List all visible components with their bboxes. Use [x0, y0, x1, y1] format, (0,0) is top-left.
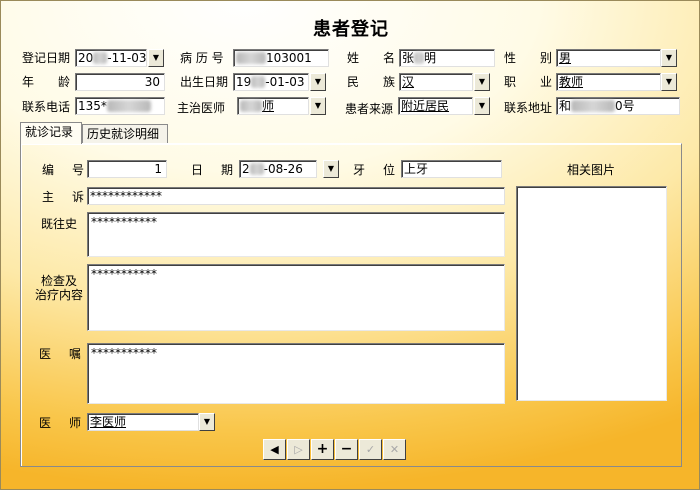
medical-history-label: 既往史 — [41, 217, 78, 231]
age-label: 年龄 — [22, 75, 70, 89]
visit-date-dropdown-button[interactable]: ▼ — [323, 160, 339, 178]
phone-field[interactable]: 135* — [75, 97, 165, 115]
advice-textarea[interactable]: *********** — [87, 343, 505, 404]
tooth-position-field[interactable]: 上牙 — [401, 160, 502, 178]
doctor-label: 主治医师 — [177, 101, 226, 115]
gender-dropdown-button[interactable]: ▼ — [661, 49, 677, 67]
address-field[interactable]: 和 0号 — [556, 97, 680, 115]
cancel-button[interactable]: ✕ — [383, 439, 406, 460]
record-no-label: 病 历 号 — [180, 51, 224, 65]
add-record-button[interactable]: + — [311, 439, 334, 460]
visit-doctor-dropdown-button[interactable]: ▼ — [199, 413, 215, 431]
visit-date-field[interactable]: 2 -08-26 — [239, 160, 317, 178]
exam-treatment-textarea[interactable]: *********** — [87, 264, 505, 331]
redacted-mask — [249, 163, 264, 175]
prev-record-button[interactable]: ◀ — [263, 439, 286, 460]
job-select[interactable]: 教师 — [556, 73, 661, 91]
reg-date-dropdown-button[interactable]: ▼ — [148, 49, 164, 67]
visit-no-field[interactable]: 1 — [87, 160, 167, 178]
advice-label: 医嘱 — [39, 347, 81, 361]
complaint-field[interactable]: ************ — [87, 187, 505, 205]
gender-label: 性别 — [504, 51, 552, 65]
visit-no-label: 编号 — [42, 163, 84, 177]
redacted-mask — [240, 100, 262, 112]
redacted-mask — [414, 52, 425, 64]
redacted-mask — [106, 100, 151, 112]
age-field[interactable]: 30 — [75, 73, 165, 91]
page-title: 患者登记 — [313, 19, 389, 40]
job-dropdown-button[interactable]: ▼ — [661, 73, 677, 91]
related-images-box[interactable] — [516, 186, 667, 401]
tab-visit-record[interactable]: 就诊记录 — [20, 122, 82, 144]
tooth-position-label: 牙位 — [353, 163, 395, 177]
related-images-label: 相关图片 — [567, 163, 616, 177]
next-record-button[interactable]: ▷ — [287, 439, 310, 460]
ethnic-label: 民族 — [347, 75, 395, 89]
address-label: 联系地址 — [504, 101, 553, 115]
name-field[interactable]: 张明 — [399, 49, 495, 67]
ethnic-select[interactable]: 汉 — [399, 73, 473, 91]
source-dropdown-button[interactable]: ▼ — [474, 97, 490, 115]
visit-doctor-label: 医师 — [39, 416, 81, 430]
confirm-button[interactable]: ✓ — [359, 439, 382, 460]
birth-date-label: 出生日期 — [180, 75, 229, 89]
tab-visit-history[interactable]: 历史就诊明细 — [82, 124, 168, 144]
attending-doctor-select[interactable]: 师 — [237, 97, 309, 115]
exam-label-line2: 治疗内容 — [35, 288, 84, 302]
birth-date-dropdown-button[interactable]: ▼ — [310, 73, 326, 91]
reg-date-label: 登记日期 — [22, 51, 71, 65]
ethnic-dropdown-button[interactable]: ▼ — [474, 73, 490, 91]
complaint-label: 主诉 — [42, 190, 84, 204]
record-no-field[interactable]: 103001 — [233, 49, 329, 67]
patient-source-select[interactable]: 附近居民 — [398, 97, 473, 115]
birth-date-field[interactable]: 19 -01-03 — [233, 73, 309, 91]
reg-date-field[interactable]: 20 -11-03 — [75, 49, 147, 67]
visit-doctor-select[interactable]: 李医师 — [87, 413, 199, 431]
job-label: 职业 — [504, 75, 552, 89]
name-label: 姓名 — [347, 51, 395, 65]
doctor-dropdown-button[interactable]: ▼ — [310, 97, 326, 115]
delete-record-button[interactable]: − — [335, 439, 358, 460]
medical-history-textarea[interactable]: *********** — [87, 212, 505, 257]
phone-label: 联系电话 — [22, 100, 71, 114]
redacted-mask — [236, 52, 266, 64]
gender-select[interactable]: 男 — [556, 49, 661, 67]
redacted-mask — [571, 100, 616, 112]
visit-date-label: 日期 — [191, 163, 233, 177]
source-label: 患者来源 — [345, 102, 394, 116]
redacted-mask — [251, 76, 266, 88]
redacted-mask — [93, 52, 108, 64]
